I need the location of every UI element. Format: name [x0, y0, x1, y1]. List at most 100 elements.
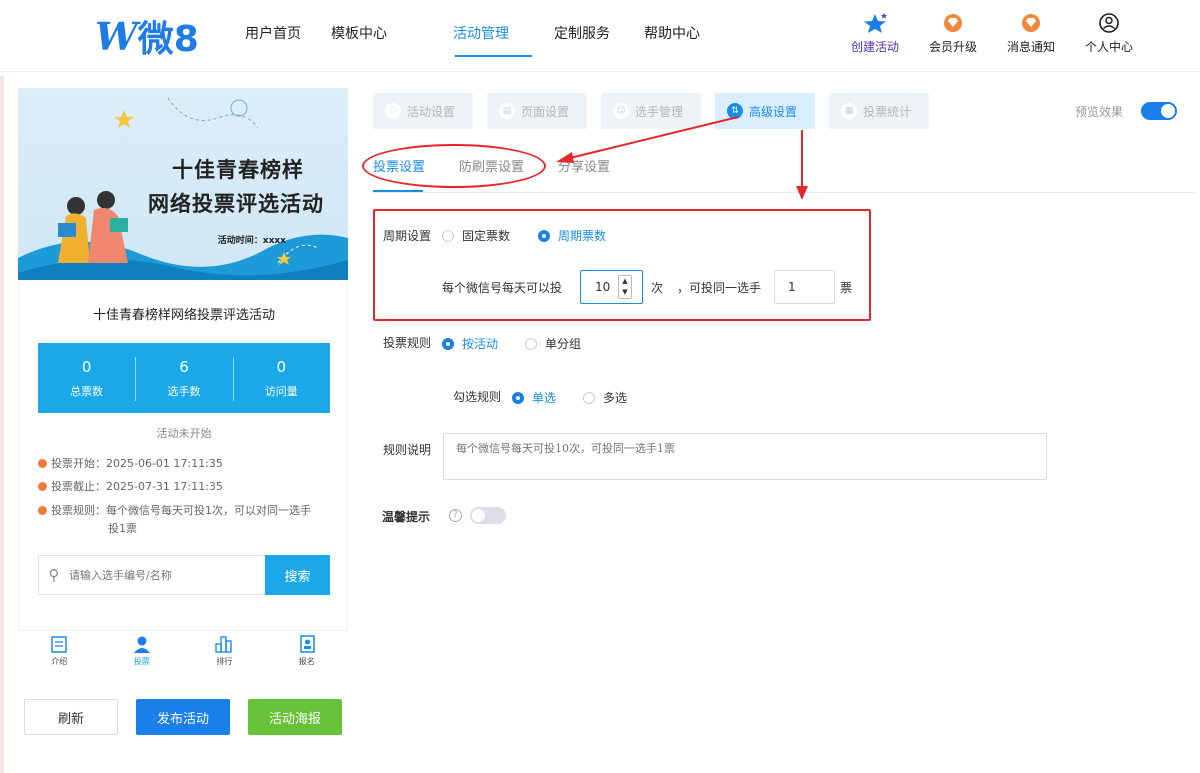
vote-start-info: 投票开始：2025-06-01 17:11:35 [38, 455, 223, 473]
refresh-button[interactable]: 刷新 [24, 699, 118, 735]
contestant-search: ⚲ 搜索 [38, 555, 330, 595]
step-page-settings[interactable]: ▤ 页面设置 [487, 93, 588, 129]
activity-poster-button[interactable]: 活动海报 [248, 699, 342, 735]
stat-visits-label: 访问量 [264, 385, 298, 398]
search-button[interactable]: 搜索 [265, 555, 330, 595]
contestant-search-input[interactable] [69, 556, 265, 594]
preview-tabbar: 介绍 投票 排行 报名 [18, 630, 348, 678]
daily-votes-value: 10 [595, 280, 611, 294]
notifications-label: 消息通知 [1006, 40, 1055, 54]
help-icon[interactable]: ? [449, 509, 462, 522]
activity-banner: 十佳青春榜样 网络投票评选活动 活动时间：xxxx [18, 88, 348, 280]
same-contestant-votes-input[interactable]: 1 [774, 270, 835, 304]
notifications-button[interactable]: 消息通知 [992, 12, 1070, 55]
radio-single-group[interactable]: 单分组 [525, 335, 581, 352]
search-icon: ⚲ [48, 566, 60, 584]
votes-unit: 票 [840, 281, 853, 295]
stepper-arrows-icon[interactable]: ▲ ▼ [618, 275, 632, 299]
banner-time: 活动时间：xxxx [217, 236, 286, 246]
create-activity-label: 创建活动 [850, 40, 899, 54]
step-activity-settings[interactable]: ♡ 活动设置 [373, 93, 474, 129]
people-icon: ☺ [613, 103, 630, 119]
nav-home[interactable]: 用户首页 [225, 0, 321, 70]
vote-rule-label: 投票规则 [383, 336, 432, 350]
rule-description-label: 规则说明 [383, 443, 432, 457]
vote-start-text: 投票开始：2025-06-01 17:11:35 [51, 457, 223, 470]
radio-fixed-votes[interactable]: 固定票数 [442, 227, 510, 244]
warm-tip-label: 温馨提示 [382, 510, 431, 524]
nav-custom-service[interactable]: 定制服务 [547, 0, 617, 70]
same-contestant-text: ，可投同一选手 [677, 281, 762, 295]
preview-effect-toggle[interactable] [1141, 102, 1177, 120]
radio-periodic-votes-label: 周期票数 [558, 229, 607, 243]
rule-description-textarea[interactable] [443, 433, 1047, 480]
bullet-dot-icon [38, 459, 47, 468]
sliders-icon: ⇅ [727, 103, 744, 119]
radio-circle-icon [442, 229, 454, 242]
stat-contestants: 6 选手数 [135, 343, 232, 413]
ranking-icon [215, 636, 232, 653]
radio-by-activity-label: 按活动 [462, 337, 499, 351]
daily-votes-input[interactable]: 10 ▲ ▼ [580, 270, 643, 304]
nav-templates[interactable]: 模板中心 [321, 0, 397, 70]
radio-by-activity[interactable]: 按活动 [442, 335, 498, 352]
annotation-highlight-box [373, 209, 871, 321]
personal-center-button[interactable]: 个人中心 [1070, 12, 1148, 55]
page-icon: ▤ [499, 103, 516, 119]
header-actions: 创建活动 会员升级 消息通知 个人中心 [836, 12, 1148, 55]
step-contestant-management[interactable]: ☺ 选手管理 [601, 93, 702, 129]
publish-activity-button[interactable]: 发布活动 [136, 699, 230, 735]
tab-signup-label: 报名 [298, 657, 315, 666]
star-icon [864, 13, 887, 33]
personal-center-label: 个人中心 [1084, 40, 1133, 54]
radio-circle-icon [525, 337, 537, 350]
radio-single-select[interactable]: 单选 [512, 389, 556, 406]
vote-rule-text-1: 投票规则：每个微信号每天可投1次，可以对同一选手 [51, 504, 311, 517]
tab-ranking[interactable]: 排行 [183, 631, 266, 678]
radio-periodic-votes[interactable]: 周期票数 [538, 227, 606, 244]
main-nav: 用户首页 模板中心 活动管理 定制服务 帮助中心 [225, 0, 727, 70]
stat-total-votes-label: 总票数 [70, 385, 104, 398]
logo[interactable]: W 微8 [95, 14, 225, 61]
chart-icon: ▦ [841, 103, 858, 119]
step-vote-statistics-label: 投票统计 [863, 104, 912, 119]
gem-icon [944, 14, 962, 32]
radio-multi-select[interactable]: 多选 [583, 389, 627, 406]
document-icon [51, 636, 67, 653]
step-vote-statistics[interactable]: ▦ 投票统计 [829, 93, 930, 129]
nav-help[interactable]: 帮助中心 [617, 0, 727, 70]
tab-signup[interactable]: 报名 [266, 631, 349, 678]
step-contestant-management-label: 选手管理 [635, 104, 684, 119]
bullet-dot-icon [38, 482, 47, 491]
heart-icon: ♡ [385, 103, 401, 119]
radio-circle-icon [583, 391, 595, 404]
top-header: W 微8 用户首页 模板中心 活动管理 定制服务 帮助中心 创建活动 会员升级 [0, 0, 1200, 72]
left-edge-strip [0, 76, 4, 773]
vote-end-text: 投票截止：2025-07-31 17:11:35 [51, 480, 223, 493]
create-activity-button[interactable]: 创建活动 [836, 12, 914, 55]
stat-total-votes-value: 0 [81, 358, 92, 376]
banner-title-line1: 十佳青春榜样 [172, 158, 304, 182]
step-page-settings-label: 页面设置 [521, 104, 570, 119]
member-upgrade-label: 会员升级 [928, 40, 977, 54]
settings-steps: ♡ 活动设置 ▤ 页面设置 ☺ 选手管理 ⇅ 高级设置 ▦ 投票统计 [373, 93, 930, 129]
stat-contestants-value: 6 [179, 358, 189, 376]
stat-contestants-label: 选手数 [167, 385, 201, 398]
tab-vote[interactable]: 投票 [101, 631, 184, 678]
nav-activity-management[interactable]: 活动管理 [415, 0, 547, 70]
subtab-share-settings[interactable]: 分享设置 [558, 156, 610, 192]
period-setting-label: 周期设置 [383, 229, 432, 243]
warm-tip-toggle[interactable] [470, 507, 506, 524]
tab-intro[interactable]: 介绍 [18, 631, 101, 678]
member-upgrade-button[interactable]: 会员升级 [914, 12, 992, 55]
step-advanced-settings[interactable]: ⇅ 高级设置 [715, 93, 816, 129]
signup-icon [299, 635, 315, 653]
stat-total-votes: 0 总票数 [38, 343, 135, 413]
activity-title: 十佳青春榜样网络投票评选活动 [92, 308, 275, 323]
daily-votes-text: 每个微信号每天可以投 [442, 281, 563, 295]
same-contestant-votes-value: 1 [788, 280, 796, 294]
gem-icon [1022, 14, 1040, 32]
activity-status: 活动未开始 [156, 427, 212, 440]
banner-illustration [18, 97, 348, 280]
tab-intro-label: 介绍 [51, 657, 68, 666]
